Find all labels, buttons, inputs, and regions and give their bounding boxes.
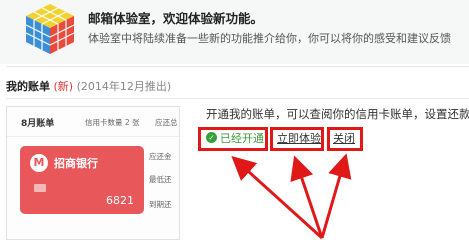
annotation-arrows xyxy=(231,153,352,240)
arrow-to-close xyxy=(320,153,352,239)
